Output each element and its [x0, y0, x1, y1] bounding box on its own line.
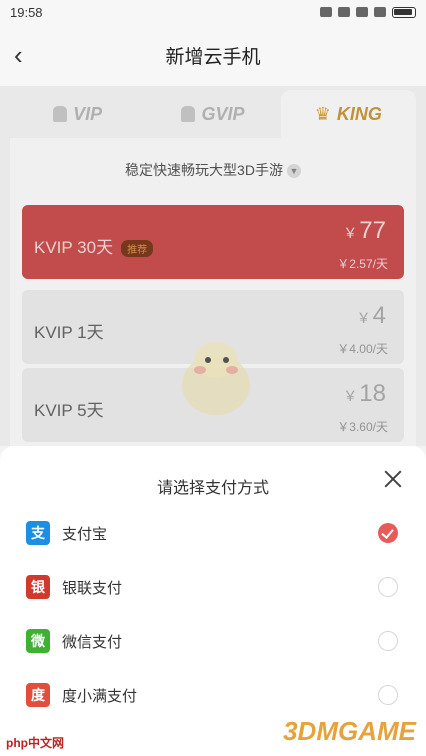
back-button[interactable]: ‹	[14, 40, 23, 71]
plan-name: KVIP 30天 推荐	[34, 233, 154, 258]
status-bar: 19:58	[0, 0, 426, 24]
close-icon[interactable]	[382, 468, 404, 490]
android-icon	[181, 106, 196, 122]
plan-unit-price: ￥4.00/天	[337, 342, 388, 356]
radio-unchecked[interactable]	[378, 577, 398, 597]
battery-icon	[392, 6, 416, 18]
recommend-badge: 推荐	[121, 240, 154, 258]
payment-option-alipay[interactable]: 支 支付宝	[0, 506, 426, 560]
radio-unchecked[interactable]	[378, 685, 398, 705]
payment-label: 支付宝	[62, 525, 108, 543]
tier-tabs: VIP GVIP ♛ KING	[10, 90, 416, 138]
payment-label: 微信支付	[62, 633, 123, 651]
unionpay-icon: 银	[26, 575, 50, 599]
payment-sheet: 请选择支付方式 支 支付宝 银 银联支付 微 微信支付 度 度小满支付	[0, 446, 426, 756]
watermark-php: php中文网	[6, 736, 64, 750]
status-time: 19:58	[10, 4, 43, 20]
plan-price: ￥18	[343, 380, 386, 407]
panel-subtitle[interactable]: 稳定快速畅玩大型3D手游 ▼	[10, 160, 416, 180]
tab-label: KING	[336, 103, 382, 124]
plan-unit-price: ￥3.60/天	[337, 420, 388, 434]
plan-name: KVIP 5天	[34, 401, 104, 420]
plan-price: ￥4	[356, 302, 386, 329]
signal-icon	[374, 7, 386, 17]
sheet-title: 请选择支付方式	[156, 480, 269, 497]
page-title: 新增云手机	[165, 46, 261, 68]
android-icon	[53, 106, 68, 122]
tab-label: VIP	[73, 103, 103, 124]
payment-option-unionpay[interactable]: 银 银联支付	[0, 560, 426, 614]
tab-label: GVIP	[201, 103, 245, 124]
plan-name: KVIP 1天	[34, 323, 104, 342]
plan-price: ￥77	[343, 217, 386, 244]
chevron-down-icon: ▼	[286, 164, 301, 179]
tab-gvip[interactable]: GVIP	[145, 90, 280, 138]
bluetooth-icon	[320, 7, 332, 17]
payment-label: 银联支付	[62, 579, 123, 597]
radio-unchecked[interactable]	[378, 631, 398, 651]
payment-option-wechat[interactable]: 微 微信支付	[0, 614, 426, 668]
alipay-icon: 支	[26, 521, 50, 545]
payment-label: 度小满支付	[62, 687, 138, 705]
plan-unit-price: ￥2.57/天	[337, 257, 388, 271]
radio-checked[interactable]	[378, 523, 398, 543]
tab-king[interactable]: ♛ KING	[280, 90, 416, 138]
mascot-watermark-icon	[182, 342, 250, 415]
wifi-icon	[356, 7, 368, 17]
alarm-icon	[338, 7, 350, 17]
header: ‹ 新增云手机	[0, 24, 426, 86]
plan-card-kvip-30[interactable]: KVIP 30天 推荐 ￥77 ￥2.57/天	[22, 205, 404, 279]
wechat-icon: 微	[26, 629, 50, 653]
tab-vip[interactable]: VIP	[10, 90, 145, 138]
subtitle-text: 稳定快速畅玩大型3D手游	[125, 162, 283, 178]
duxiaoman-icon: 度	[26, 683, 50, 707]
payment-option-duxiaoman[interactable]: 度 度小满支付	[0, 668, 426, 722]
status-icons	[320, 6, 416, 18]
crown-icon: ♛	[314, 103, 331, 124]
watermark-3dmgame: 3DMGAME	[283, 716, 416, 746]
